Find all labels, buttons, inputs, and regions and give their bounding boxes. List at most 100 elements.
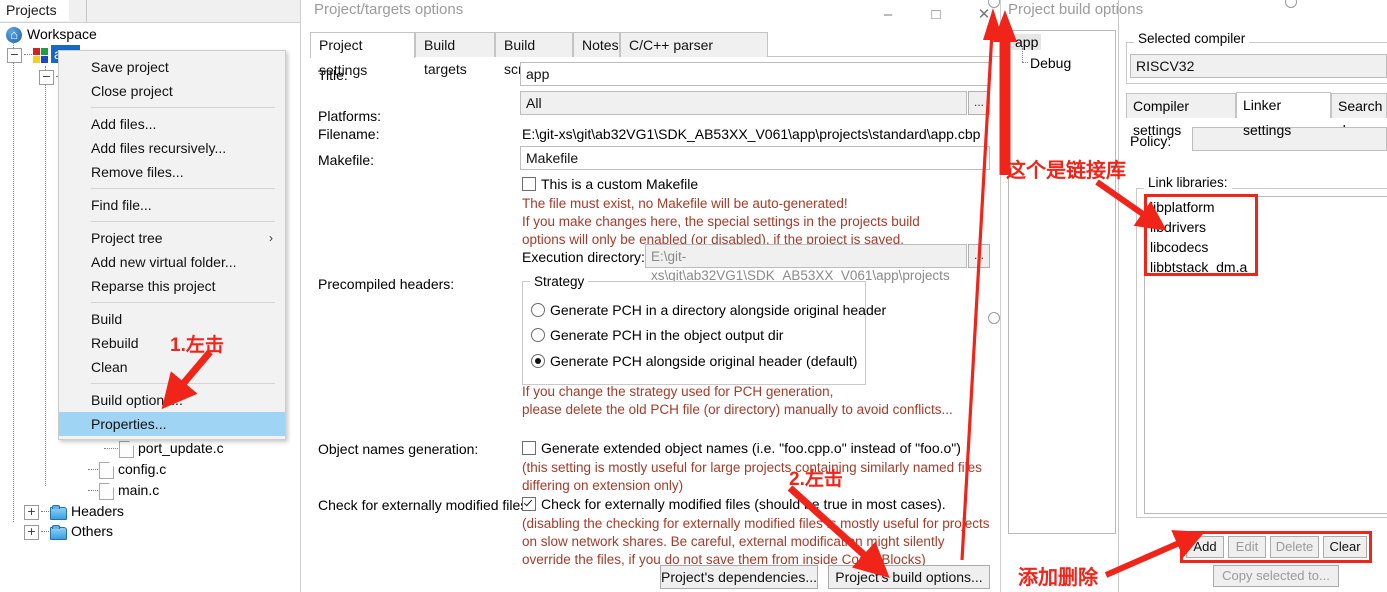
tree-item-group-others[interactable]: + Others — [24, 521, 113, 542]
policy-label: Policy: — [1130, 133, 1172, 149]
strategy-option-row[interactable]: Generate PCH in a directory alongside or… — [531, 302, 886, 318]
tree-item-file[interactable]: port_update.c — [104, 438, 224, 459]
menu-item-save-project[interactable]: Save project — [59, 55, 285, 79]
external-check-label: Check for externally modified files: — [318, 497, 532, 513]
platforms-input[interactable]: All — [520, 91, 967, 115]
pch-note-line: If you change the strategy used for PCH … — [522, 384, 834, 399]
tab-build-scripts[interactable]: Build scripts — [495, 32, 573, 77]
build-tree-item-debug[interactable]: Debug — [1030, 55, 1071, 71]
tab-cpp-parser-options[interactable]: C/C++ parser options — [620, 32, 768, 77]
title-input[interactable]: app — [520, 62, 990, 86]
strategy-option-label: Generate PCH in the object output dir — [550, 327, 784, 343]
tab-search-directories[interactable]: Search d — [1331, 93, 1387, 138]
project-icon — [33, 47, 48, 63]
object-names-row[interactable]: Generate extended object names (i.e. "fo… — [522, 440, 961, 456]
makefile-input[interactable]: Makefile — [520, 146, 990, 170]
menu-item-close-project[interactable]: Close project — [59, 79, 285, 103]
resize-handle[interactable] — [988, 312, 1000, 324]
strategy-option-label: Generate PCH alongside original header (… — [550, 353, 858, 369]
platforms-label: Platforms: — [318, 108, 382, 124]
minimize-button[interactable]: – — [865, 0, 911, 30]
tree-guide-line — [1022, 62, 1028, 64]
menu-separator — [91, 383, 275, 384]
extended-object-names-checkbox[interactable] — [522, 441, 536, 455]
file-icon — [119, 440, 134, 458]
menu-item-project-tree[interactable]: Project tree › — [59, 226, 285, 250]
menu-item-reparse-this-project[interactable]: Reparse this project — [59, 274, 285, 298]
tree-item-file[interactable]: config.c — [88, 459, 166, 480]
project-context-menu[interactable]: Save project Close project Add files... … — [58, 50, 286, 440]
makefile-label: Makefile: — [318, 152, 375, 168]
menu-item-build[interactable]: Build — [59, 307, 285, 331]
highlight-box-library-buttons — [1180, 531, 1372, 563]
execution-directory-browse-button[interactable]: ... — [968, 244, 990, 268]
menu-separator — [91, 221, 275, 222]
custom-makefile-label: This is a custom Makefile — [541, 176, 699, 192]
copy-selected-to-button[interactable]: Copy selected to... — [1213, 565, 1339, 587]
menu-item-project-tree-label: Project tree — [91, 230, 163, 246]
menu-item-remove-files[interactable]: Remove files... — [59, 160, 285, 184]
external-check-note-line: (disabling the checking for externally m… — [522, 516, 990, 531]
build-tree-item-app[interactable]: app — [1012, 34, 1042, 50]
tree-row-workspace[interactable]: Workspace — [6, 24, 97, 45]
filename-label: Filename: — [318, 126, 380, 142]
strategy-radio-alongside-default[interactable] — [531, 354, 545, 368]
tree-item-group-headers[interactable]: + Headers — [24, 501, 124, 522]
menu-item-add-new-virtual-folder[interactable]: Add new virtual folder... — [59, 250, 285, 274]
external-check-row[interactable]: Check for externally modified files (sho… — [522, 496, 946, 512]
menu-item-build-options[interactable]: Build options... — [59, 388, 285, 412]
menu-separator — [91, 302, 275, 303]
menu-item-properties[interactable]: Properties... — [59, 412, 285, 436]
selected-compiler-group-label: Selected compiler — [1134, 31, 1250, 46]
custom-makefile-checkbox[interactable] — [522, 177, 536, 191]
tab-projects[interactable]: Projects — [0, 0, 69, 21]
menu-item-find-file[interactable]: Find file... — [59, 193, 285, 217]
tree-expander-headers[interactable]: + — [24, 504, 39, 520]
workspace-label: Workspace — [27, 26, 97, 42]
annotation-add-delete: 添加删除 — [1018, 565, 1098, 589]
dialog-tabstrip: Project settings Build targets Build scr… — [310, 32, 1000, 78]
strategy-radio-dir-alongside[interactable] — [531, 303, 545, 317]
makefile-warning-line: The file must exist, no Makefile will be… — [522, 196, 848, 211]
selected-compiler-dropdown[interactable]: RISCV32 — [1130, 54, 1387, 78]
tree-guide-line — [45, 66, 46, 486]
tab-notes[interactable]: Notes — [573, 32, 620, 57]
annotation-step-1: 1.左击 — [170, 335, 224, 356]
execution-directory-input[interactable]: E:\git-xs\git\ab32VG1\SDK_AB53XX_V061\ap… — [645, 244, 967, 283]
strategy-option-label: Generate PCH in a directory alongside or… — [550, 302, 887, 318]
projects-build-options-button[interactable]: Project's build options... — [828, 565, 990, 589]
tab-project-settings[interactable]: Project settings — [310, 32, 415, 78]
execution-directory-label: Execution directory: — [522, 249, 645, 265]
dialog-title: Project/targets options — [314, 1, 464, 18]
strategy-option-row[interactable]: Generate PCH in the object output dir — [531, 327, 783, 343]
strategy-option-row[interactable]: Generate PCH alongside original header (… — [531, 353, 857, 369]
pch-note-line: please delete the old PCH file (or direc… — [522, 402, 953, 417]
build-target-tree[interactable] — [1008, 30, 1116, 534]
group-label: Headers — [71, 503, 124, 519]
tree-expander-sources[interactable]: − — [39, 69, 54, 85]
custom-makefile-row[interactable]: This is a custom Makefile — [522, 176, 698, 192]
external-check-checkbox[interactable] — [522, 497, 536, 511]
extended-object-names-label: Generate extended object names (i.e. "fo… — [541, 440, 961, 456]
menu-item-clean[interactable]: Clean — [59, 355, 285, 379]
platforms-browse-button[interactable]: ... — [968, 91, 990, 115]
external-check-note-line: on slow network shares. Be careful, exte… — [522, 534, 945, 549]
file-icon — [99, 461, 114, 479]
file-label: config.c — [118, 461, 167, 477]
file-label: port_update.c — [138, 440, 224, 456]
tree-item-file[interactable]: main.c — [88, 480, 159, 501]
menu-item-add-files[interactable]: Add files... — [59, 112, 285, 136]
strategy-radio-object-output[interactable] — [531, 328, 545, 342]
tab-build-targets[interactable]: Build targets — [415, 32, 495, 77]
tab-compiler-settings[interactable]: Compiler settings — [1126, 93, 1236, 138]
tab-linker-settings[interactable]: Linker settings — [1236, 92, 1331, 138]
menu-item-add-files-recursively[interactable]: Add files recursively... — [59, 136, 285, 160]
menu-separator — [91, 188, 275, 189]
maximize-button[interactable]: □ — [913, 0, 959, 30]
projects-dependencies-button[interactable]: Project's dependencies... — [660, 565, 818, 589]
tree-expander-app[interactable]: − — [7, 47, 22, 63]
menu-separator — [91, 107, 275, 108]
tree-expander-others[interactable]: + — [24, 524, 39, 540]
build-dialog-title: Project build options — [1008, 1, 1144, 18]
folder-icon — [50, 524, 67, 540]
